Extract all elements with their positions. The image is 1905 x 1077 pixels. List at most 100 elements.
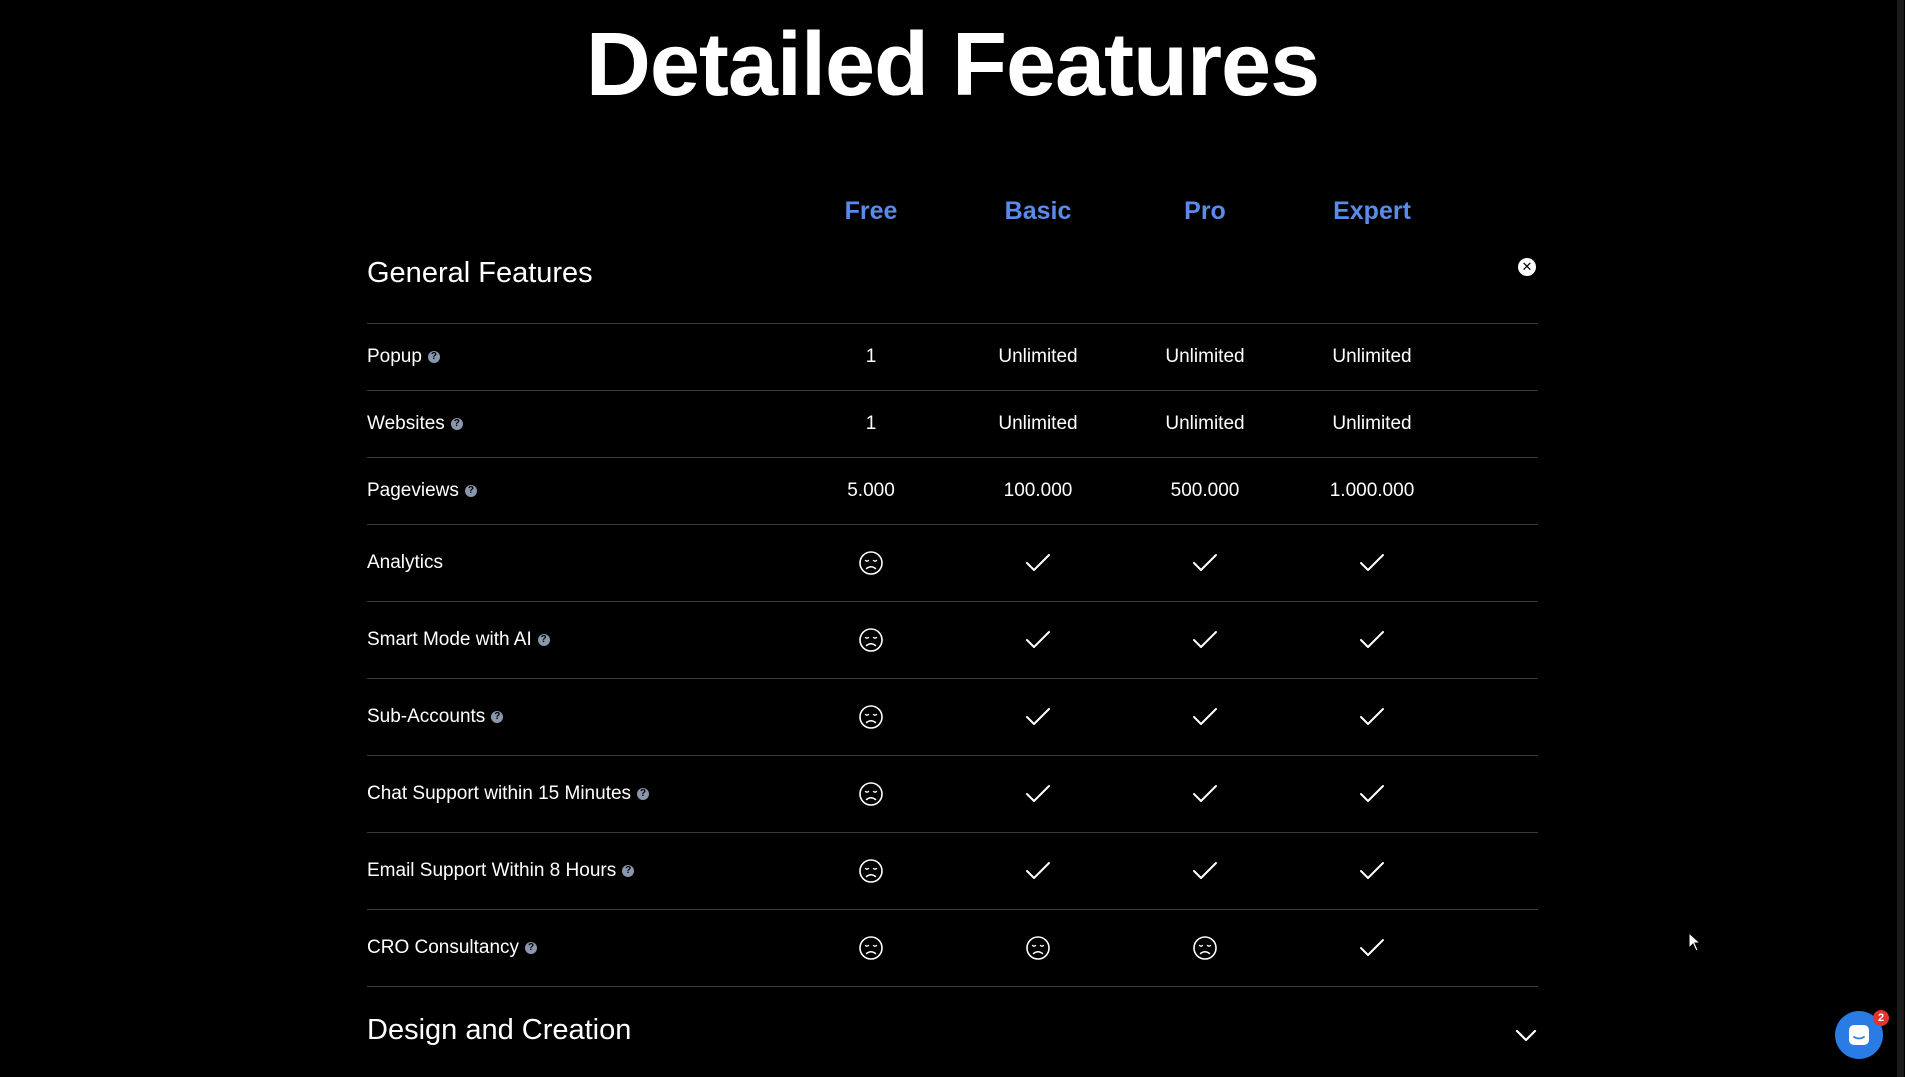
table-row: Analytics	[367, 525, 1538, 602]
feature-label-text: Popup	[367, 346, 422, 367]
sad-face-icon	[859, 551, 883, 575]
feature-label: CRO Consultancy?	[367, 937, 538, 959]
feature-label-text: Sub-Accounts	[367, 706, 486, 727]
help-icon[interactable]: ?	[450, 418, 463, 430]
check-icon	[1360, 862, 1384, 879]
feature-cell-basic	[958, 783, 1118, 805]
feature-cell-basic	[958, 935, 1118, 961]
check-icon	[1360, 631, 1384, 648]
feature-cell-free	[791, 858, 951, 884]
scrollbar-thumb[interactable]	[1897, 0, 1904, 1077]
feature-cell-basic: Unlimited	[998, 413, 1078, 434]
help-icon[interactable]: ?	[464, 485, 477, 497]
check-icon	[1026, 554, 1050, 571]
feature-cell-pro	[1125, 552, 1285, 574]
feature-cell-expert	[1292, 860, 1452, 882]
feature-cell-basic: Unlimited	[998, 346, 1078, 367]
feature-label-text: Smart Mode with AI	[367, 629, 532, 650]
feature-cell-basic: 100.000	[1003, 480, 1073, 501]
mouse-cursor-icon	[1688, 932, 1702, 952]
feature-cell-pro	[1125, 629, 1285, 651]
feature-label: Websites?	[367, 413, 463, 435]
check-icon	[1360, 785, 1384, 802]
plan-header-row: Free Basic Pro Expert	[367, 185, 1538, 245]
table-row: Websites? 1 Unlimited Unlimited Unlimited	[367, 391, 1538, 458]
section-header-design[interactable]: Design and Creation	[367, 987, 1538, 1077]
check-icon	[1193, 862, 1217, 879]
feature-cell-free: 1	[865, 413, 877, 434]
feature-cell-expert	[1292, 552, 1452, 574]
section-title: Design and Creation	[367, 1014, 632, 1046]
feature-cell-free	[791, 550, 951, 576]
feature-cell-expert	[1292, 937, 1452, 959]
table-row: Pageviews? 5.000 100.000 500.000 1.000.000	[367, 458, 1538, 525]
plan-header-pro: Pro	[1184, 197, 1226, 225]
sad-face-icon	[1193, 936, 1217, 960]
feature-cell-free: 5.000	[847, 480, 895, 501]
feature-label: Pageviews?	[367, 480, 477, 502]
feature-label-text: Analytics	[367, 552, 444, 573]
table-row: Popup? 1 Unlimited Unlimited Unlimited	[367, 324, 1538, 391]
help-icon[interactable]: ?	[491, 711, 504, 723]
sad-face-icon	[859, 628, 883, 652]
table-row: Chat Support within 15 Minutes?	[367, 756, 1538, 833]
chat-icon	[1849, 1025, 1869, 1045]
sad-face-icon	[859, 859, 883, 883]
check-icon	[1026, 631, 1050, 648]
plan-header-free: Free	[844, 197, 898, 225]
feature-label-text: Chat Support within 15 Minutes	[367, 783, 632, 804]
feature-cell-pro	[1125, 860, 1285, 882]
check-icon	[1026, 785, 1050, 802]
sad-face-icon	[1026, 936, 1050, 960]
feature-cell-expert	[1292, 706, 1452, 728]
page-title: Detailed Features	[585, 15, 1320, 115]
help-icon[interactable]: ?	[427, 351, 440, 363]
feature-cell-basic	[958, 629, 1118, 651]
table-row: Smart Mode with AI?	[367, 602, 1538, 679]
sad-face-icon	[859, 782, 883, 806]
close-circle-icon[interactable]: ✕	[1518, 258, 1536, 276]
check-icon	[1026, 862, 1050, 879]
check-icon	[1360, 708, 1384, 725]
feature-cell-pro	[1125, 935, 1285, 961]
table-row: CRO Consultancy?	[367, 910, 1538, 987]
feature-cell-basic	[958, 552, 1118, 574]
check-icon	[1193, 785, 1217, 802]
feature-cell-free	[791, 781, 951, 807]
scrollbar[interactable]	[1896, 0, 1905, 1077]
feature-cell-pro: Unlimited	[1165, 413, 1245, 434]
features-table: Free Basic Pro Expert General Features ✕…	[367, 185, 1538, 1077]
feature-label-text: CRO Consultancy	[367, 937, 520, 958]
help-icon[interactable]: ?	[525, 942, 538, 954]
page: Detailed Features Free Basic Pro Expert …	[0, 0, 1905, 1077]
section-header-general[interactable]: General Features ✕	[367, 245, 1538, 324]
feature-label: Sub-Accounts?	[367, 706, 504, 728]
feature-label: Popup?	[367, 346, 440, 368]
feature-label: Email Support Within 8 Hours?	[367, 860, 635, 882]
feature-cell-basic	[958, 706, 1118, 728]
chat-unread-badge: 2	[1873, 1010, 1889, 1026]
feature-cell-basic	[958, 860, 1118, 882]
sad-face-icon	[859, 705, 883, 729]
feature-cell-pro: 500.000	[1170, 480, 1240, 501]
help-icon[interactable]: ?	[637, 788, 650, 800]
feature-cell-expert: Unlimited	[1332, 413, 1412, 434]
help-icon[interactable]: ?	[537, 634, 550, 646]
check-icon	[1360, 939, 1384, 956]
check-icon	[1360, 554, 1384, 571]
feature-label: Smart Mode with AI?	[367, 629, 550, 651]
plan-header-basic: Basic	[1004, 197, 1072, 225]
feature-cell-expert: 1.000.000	[1329, 480, 1415, 501]
feature-cell-free	[791, 704, 951, 730]
feature-cell-free	[791, 627, 951, 653]
help-icon[interactable]: ?	[622, 865, 635, 877]
feature-rows: Popup? 1 Unlimited Unlimited Unlimited Websit…	[367, 324, 1538, 987]
feature-cell-free	[791, 935, 951, 961]
chevron-down-icon[interactable]	[1514, 1023, 1538, 1047]
check-icon	[1193, 554, 1217, 571]
feature-cell-expert: Unlimited	[1332, 346, 1412, 367]
feature-label-text: Pageviews	[367, 480, 459, 501]
feature-cell-pro	[1125, 706, 1285, 728]
table-row: Sub-Accounts?	[367, 679, 1538, 756]
section-title: General Features	[367, 257, 593, 289]
